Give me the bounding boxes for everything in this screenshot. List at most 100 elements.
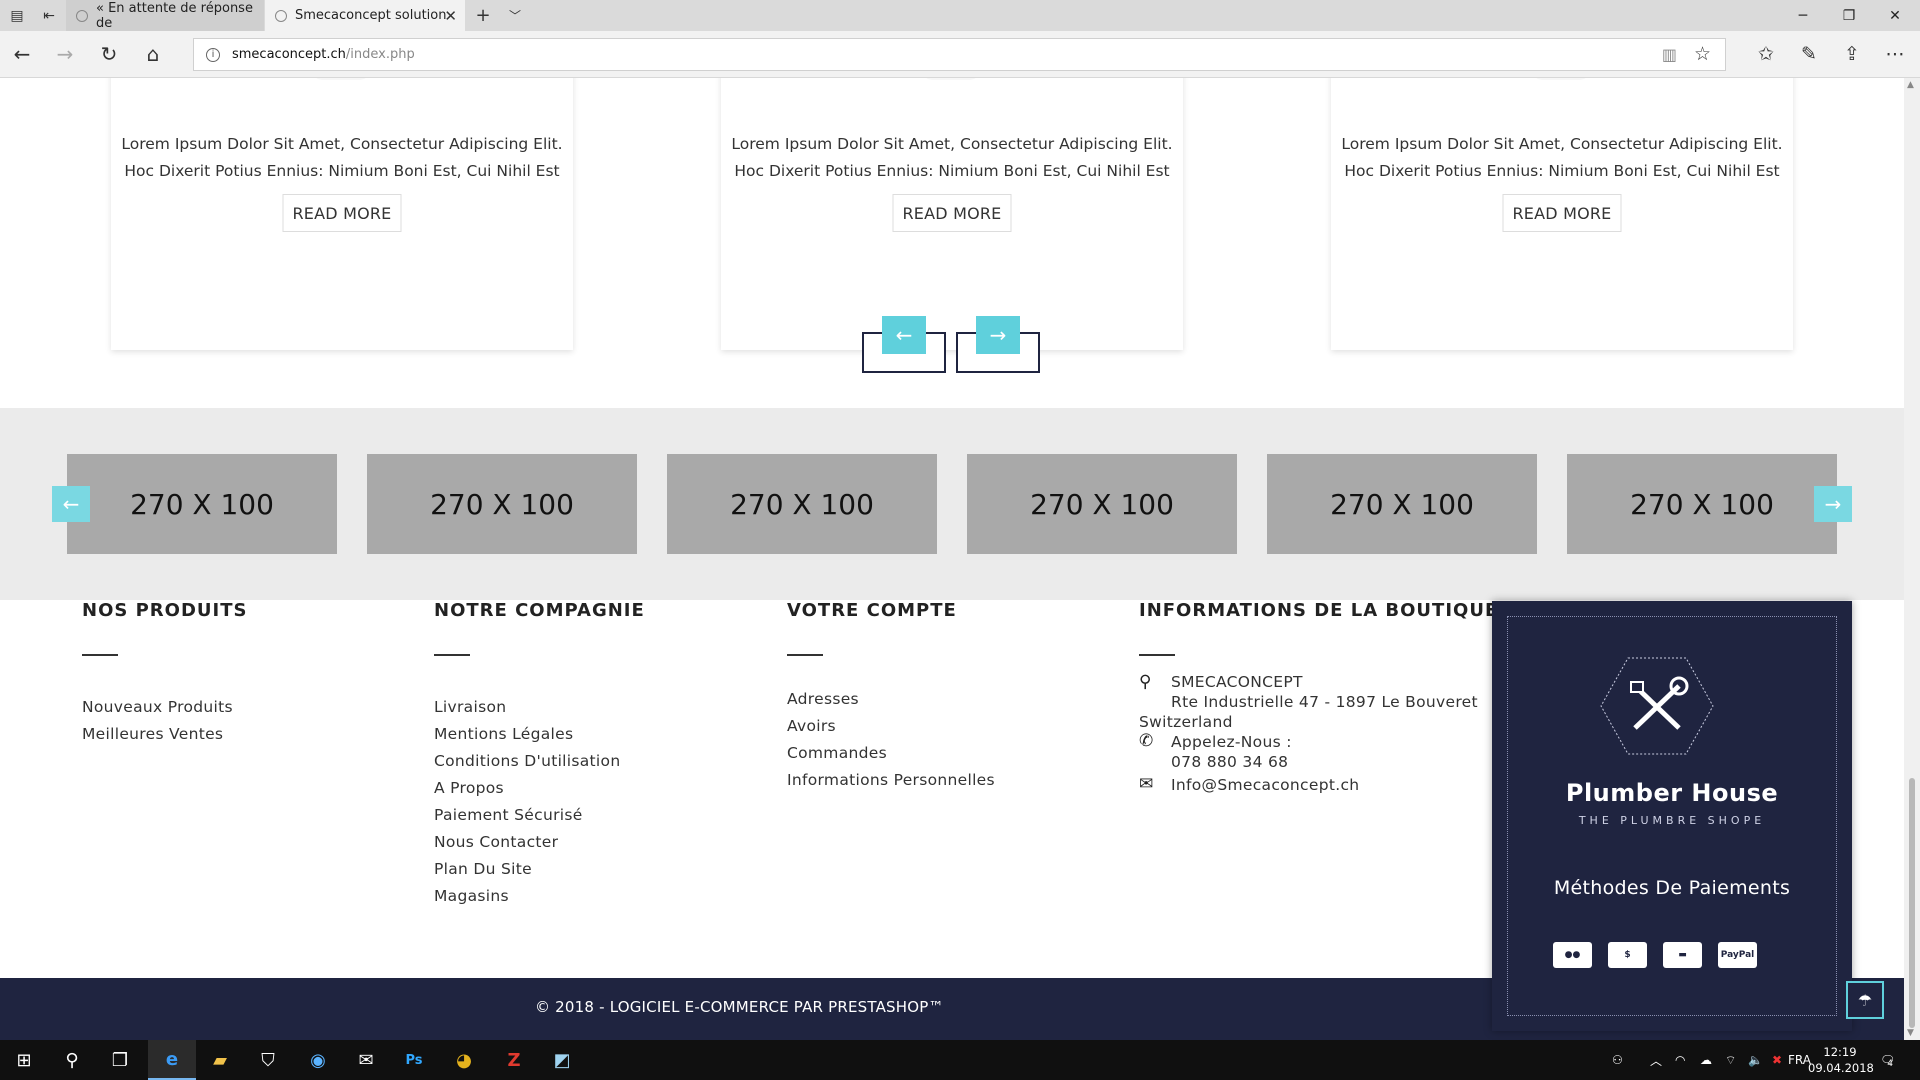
footer-link[interactable]: Mentions Légales <box>434 721 645 748</box>
footer-link[interactable]: Commandes <box>787 740 995 767</box>
footer-link[interactable]: Livraison <box>434 694 645 721</box>
footer-link-list: Nouveaux Produits Meilleures Ventes <box>82 694 247 748</box>
footer-link[interactable]: Meilleures Ventes <box>82 721 247 748</box>
payment-methods-title: Méthodes De Paiements <box>1553 877 1791 899</box>
share-icon[interactable]: ⇪ <box>1833 37 1871 71</box>
set-aside-tabs-icon[interactable]: ⇤ <box>32 0 66 31</box>
scroll-up-icon[interactable]: ▲ <box>1907 80 1914 90</box>
favorite-star-icon[interactable]: ☆ <box>1694 43 1711 65</box>
paypal-icon: PayPal <box>1718 942 1757 968</box>
shop-country: Switzerland <box>1139 713 1233 731</box>
site-info-icon[interactable]: i <box>206 47 220 62</box>
close-window-icon[interactable]: ✕ <box>1872 0 1918 31</box>
brand-logo-placeholder[interactable]: 270 X 100 <box>1267 454 1537 554</box>
tab-title: Smecaconcept solution <box>295 8 447 23</box>
close-tab-icon[interactable]: ✕ <box>444 7 457 25</box>
favorites-hub-icon[interactable]: ✩ <box>1747 37 1785 71</box>
footer-heading: INFORMATIONS DE LA BOUTIQUE <box>1139 600 1499 621</box>
blog-excerpt: Lorem Ipsum Dolor Sit Amet, Consectetur … <box>121 135 563 180</box>
forward-arrow-icon[interactable]: → <box>47 37 83 71</box>
refresh-icon[interactable]: ↻ <box>91 37 127 71</box>
read-more-button[interactable]: READ MORE <box>1502 194 1622 232</box>
edge-browser-icon[interactable]: e <box>148 1040 196 1080</box>
page-scrollbar[interactable]: ▲ ▼ <box>1904 78 1920 1040</box>
tab-list-chevron-icon[interactable]: ﹀ <box>498 0 532 31</box>
map-pin-icon: ⚲ <box>1139 672 1152 692</box>
read-more-button[interactable]: READ MORE <box>892 194 1012 232</box>
footer-heading: NOTRE COMPAGNIE <box>434 600 645 621</box>
network-icon[interactable]: ◠ <box>1675 1040 1685 1080</box>
scroll-down-icon[interactable]: ▼ <box>1907 1028 1914 1038</box>
footer-link-list: Livraison Mentions Légales Conditions D'… <box>434 694 645 910</box>
reading-view-icon[interactable]: ▥ <box>1662 45 1677 64</box>
phone-icon: ✆ <box>1139 731 1154 751</box>
back-arrow-icon[interactable]: ← <box>4 37 40 71</box>
phone-number[interactable]: 078 880 34 68 <box>1171 752 1288 772</box>
action-center-icon[interactable]: 🗨 4 <box>1880 1040 1895 1080</box>
footer-shop-info: INFORMATIONS DE LA BOUTIQUE ⚲ SMECACONCE… <box>1139 600 1499 800</box>
footer-link[interactable]: Plan Du Site <box>434 856 645 883</box>
tab-smecaconcept[interactable]: Smecaconcept solution ✕ <box>265 0 465 31</box>
home-icon[interactable]: ⌂ <box>135 37 171 71</box>
brand-next-arrow-icon[interactable]: → <box>1814 486 1852 522</box>
footer-link[interactable]: Adresses <box>787 686 995 713</box>
app-window-icon[interactable]: ◩ <box>538 1040 586 1080</box>
windows-start-icon[interactable]: ⊞ <box>0 1040 48 1080</box>
envelope-icon: ✉ <box>1139 774 1154 794</box>
brand-logo-placeholder[interactable]: 270 X 100 <box>1567 454 1837 554</box>
blog-image <box>921 78 981 80</box>
footer-link-list: Adresses Avoirs Commandes Informations P… <box>787 686 995 794</box>
footer-link[interactable]: Conditions D'utilisation <box>434 748 645 775</box>
more-options-icon[interactable]: ⋯ <box>1876 37 1914 71</box>
brand-logo-placeholder[interactable]: 270 X 100 <box>67 454 337 554</box>
mail-icon[interactable]: ✉ <box>342 1040 390 1080</box>
chrome-icon[interactable]: ◕ <box>440 1040 488 1080</box>
brand-prev-arrow-icon[interactable]: ← <box>52 486 90 522</box>
web-note-pen-icon[interactable]: ✎ <box>1790 37 1828 71</box>
tab-waiting-reply[interactable]: « En attente de réponse de <box>66 0 264 31</box>
read-more-button[interactable]: READ MORE <box>282 194 402 232</box>
footer-link[interactable]: Nouveaux Produits <box>82 694 247 721</box>
arrow-left-icon: ← <box>882 316 926 354</box>
screen: ▤ ⇤ « En attente de réponse de Smecaconc… <box>0 0 1920 1080</box>
app-globe-icon[interactable]: ◉ <box>294 1040 342 1080</box>
new-tab-button[interactable]: + <box>466 0 500 31</box>
people-icon[interactable]: ⚇ <box>1612 1040 1623 1080</box>
restore-icon[interactable]: ❐ <box>1826 0 1872 31</box>
brand-logo-placeholder[interactable]: 270 X 100 <box>967 454 1237 554</box>
photoshop-icon[interactable]: Ps <box>390 1040 438 1080</box>
clock-time: 12:19 <box>1823 1045 1857 1059</box>
shop-email-link[interactable]: Info@Smecaconcept.ch <box>1171 775 1359 795</box>
arrow-right-icon: → <box>976 316 1020 354</box>
system-clock[interactable]: 12:19 09.04.2018 <box>1808 1044 1874 1076</box>
footer-link[interactable]: A Propos <box>434 775 645 802</box>
tab-preview-icon[interactable]: ▤ <box>0 0 34 31</box>
file-explorer-icon[interactable]: ▰ <box>196 1040 244 1080</box>
footer-link[interactable]: Paiement Sécurisé <box>434 802 645 829</box>
task-view-icon[interactable]: ❐ <box>96 1040 144 1080</box>
blog-prev-button[interactable]: ← <box>862 316 946 373</box>
search-icon[interactable]: ⚲ <box>48 1040 96 1080</box>
panel-tagline: THE PLUMBRE SHOPE <box>1578 814 1766 827</box>
scroll-thumb[interactable] <box>1909 778 1915 1028</box>
wifi-icon[interactable]: ⌔ <box>1725 1040 1736 1080</box>
footer-link[interactable]: Nous Contacter <box>434 829 645 856</box>
volume-icon[interactable]: 🔈 <box>1748 1040 1763 1080</box>
shop-street: Rte Industrielle 47 - 1897 Le Bouveret <box>1171 693 1478 711</box>
footer-link[interactable]: Avoirs <box>787 713 995 740</box>
blog-next-button[interactable]: → <box>956 316 1040 373</box>
brand-logo-placeholder[interactable]: 270 X 100 <box>667 454 937 554</box>
url-host: smecaconcept.ch <box>232 47 346 62</box>
filezilla-icon[interactable]: Z <box>490 1040 538 1080</box>
blog-excerpt: Lorem Ipsum Dolor Sit Amet, Consectetur … <box>1341 135 1783 180</box>
support-chat-icon[interactable]: ☂ <box>1846 981 1884 1019</box>
minimize-icon[interactable]: ─ <box>1780 0 1826 31</box>
footer-link[interactable]: Magasins <box>434 883 645 910</box>
input-language[interactable]: FRA <box>1778 1040 1811 1080</box>
store-icon[interactable]: ⛉ <box>244 1040 292 1080</box>
brand-logo-placeholder[interactable]: 270 X 100 <box>367 454 637 554</box>
onedrive-cloud-icon[interactable]: ☁ <box>1700 1040 1712 1080</box>
tray-chevron-icon[interactable]: ︿ <box>1650 1040 1662 1080</box>
footer-link[interactable]: Informations Personnelles <box>787 767 995 794</box>
address-bar[interactable]: i smecaconcept.ch /index.php ▥ ☆ <box>193 38 1726 71</box>
